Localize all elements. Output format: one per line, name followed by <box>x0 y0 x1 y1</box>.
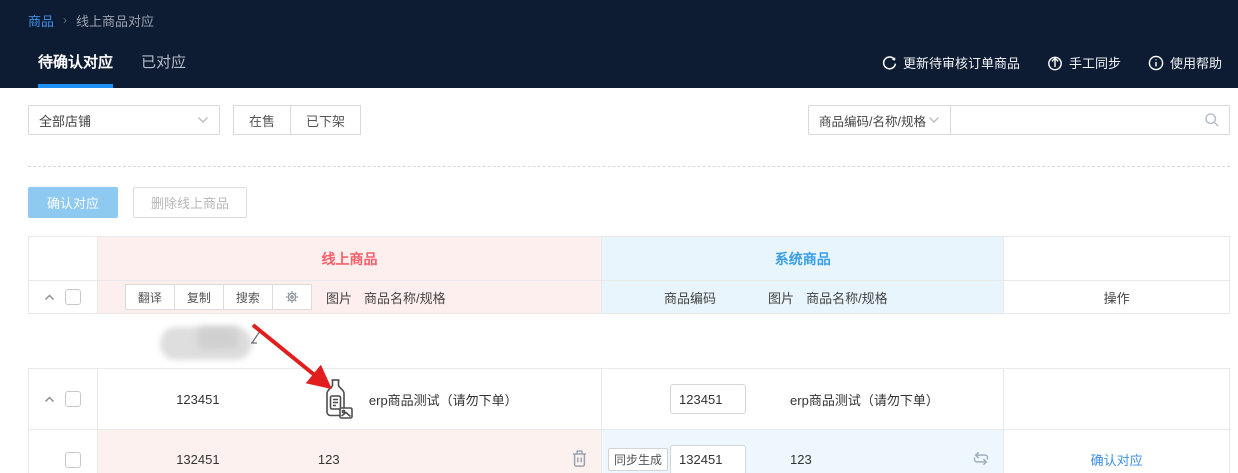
column-image-label: 图片 <box>768 288 794 307</box>
tab-matched[interactable]: 已对应 <box>141 51 186 88</box>
online-group-title: 线上商品 <box>98 249 601 269</box>
page: 商品 › 线上商品对应 待确认对应 已对应 更新待审核订单商品 <box>0 0 1238 473</box>
bottle-image-placeholder[interactable] <box>318 378 354 420</box>
search-input[interactable] <box>950 105 1230 135</box>
row-select-cell <box>29 369 98 429</box>
confirm-match-button[interactable]: 确认对应 <box>28 187 118 218</box>
op-column-header: 操作 <box>1004 281 1229 313</box>
delete-online-product-button[interactable]: 删除线上商品 <box>133 187 247 218</box>
online-product-cell: 132451 123 <box>98 430 602 473</box>
chevron-down-icon <box>928 116 940 124</box>
system-product-name: erp商品测试（请勿下单） <box>790 390 939 409</box>
action-label: 更新待审核订单商品 <box>903 53 1020 72</box>
search-field-select-value: 商品编码/名称/规格 <box>819 111 926 130</box>
tab-pending-match[interactable]: 待确认对应 <box>38 51 113 88</box>
shop-select[interactable]: 全部店铺 <box>28 105 220 135</box>
upload-sync-icon <box>1047 55 1063 71</box>
on-sale-button[interactable]: 在售 <box>233 105 291 135</box>
row-checkbox[interactable] <box>65 452 81 468</box>
system-product-cell: 同步生成 123 <box>602 430 1004 473</box>
redacted-shop-name <box>198 327 238 349</box>
filter-row: 全部店铺 在售 已下架 商品编码/名称/规格 <box>28 105 1230 135</box>
sync-generated-tag[interactable]: 同步生成 <box>608 448 668 471</box>
bulk-action-row: 确认对应 删除线上商品 <box>28 187 1238 218</box>
refresh-icon <box>882 55 897 70</box>
collapse-caret-icon[interactable] <box>44 294 55 301</box>
swap-match-button[interactable] <box>971 450 991 469</box>
dashed-divider <box>28 166 1230 167</box>
off-shelf-button[interactable]: 已下架 <box>290 105 361 135</box>
column-image-label: 图片 <box>326 288 352 307</box>
select-all-cell <box>29 281 98 313</box>
shop-name-fragment <box>250 330 262 345</box>
header-spacer-cell <box>1004 237 1229 280</box>
breadcrumb-current: 线上商品对应 <box>76 11 154 30</box>
online-product-name: 123 <box>318 452 340 467</box>
trash-icon <box>571 449 588 467</box>
select-all-checkbox[interactable] <box>65 289 81 305</box>
online-product-group-header: 线上商品 <box>98 237 602 280</box>
tab-bar: 待确认对应 已对应 更新待审核订单商品 手工同步 <box>28 31 1238 88</box>
topbar: 商品 › 线上商品对应 待确认对应 已对应 更新待审核订单商品 <box>0 0 1238 88</box>
collapse-caret-icon[interactable] <box>44 396 55 403</box>
system-columns-header: 商品编码 图片 商品名称/规格 <box>602 281 1004 313</box>
swap-arrows-icon <box>971 450 991 466</box>
online-product-name: erp商品测试（请勿下单） <box>369 390 518 409</box>
manual-sync-button[interactable]: 手工同步 <box>1047 53 1121 72</box>
system-product-group-header: 系统商品 <box>602 237 1004 280</box>
system-code-input[interactable] <box>670 384 746 414</box>
online-columns-header: 翻译 复制 搜索 图片 商品名称/规格 <box>98 281 602 313</box>
system-product-cell: erp商品测试（请勿下单） <box>602 369 1004 429</box>
update-pending-order-products-button[interactable]: 更新待审核订单商品 <box>882 53 1020 72</box>
search-icon[interactable] <box>1204 112 1220 128</box>
action-label: 使用帮助 <box>1170 53 1222 72</box>
online-product-code: 123451 <box>98 392 298 407</box>
column-name-label: 商品名称/规格 <box>364 288 446 307</box>
search-filter-group: 商品编码/名称/规格 <box>808 105 1230 135</box>
header-spacer-cell <box>29 237 98 280</box>
system-group-title: 系统商品 <box>602 249 1003 269</box>
operation-cell <box>1004 369 1229 429</box>
shop-group-row <box>28 314 1230 368</box>
product-match-table: 线上商品 系统商品 翻译 复制 <box>28 236 1230 473</box>
confirm-match-link[interactable]: 确认对应 <box>1091 450 1143 469</box>
chevron-down-icon <box>197 116 209 124</box>
table-header: 线上商品 系统商品 翻译 复制 <box>28 236 1230 314</box>
info-icon <box>1148 55 1164 71</box>
column-op-label: 操作 <box>1004 288 1229 307</box>
breadcrumb-separator-icon: › <box>63 13 67 27</box>
shop-select-value: 全部店铺 <box>39 111 91 130</box>
table-body: 123451 erp商品测试（请勿下单） <box>28 368 1230 473</box>
table-row: 123451 erp商品测试（请勿下单） <box>29 369 1229 429</box>
system-product-name: 123 <box>790 452 812 467</box>
column-name-label: 商品名称/规格 <box>806 288 888 307</box>
column-code-label: 商品编码 <box>652 288 728 307</box>
table-row: 132451 123 <box>29 429 1229 473</box>
gear-button[interactable] <box>272 284 312 310</box>
search-box <box>950 105 1230 135</box>
row-select-cell <box>29 430 98 473</box>
status-button-group: 在售 已下架 <box>233 105 361 135</box>
breadcrumb: 商品 › 线上商品对应 <box>28 9 1238 31</box>
online-product-cell: 123451 erp商品测试（请勿下单） <box>98 369 602 429</box>
topbar-actions: 更新待审核订单商品 手工同步 使用帮助 <box>882 53 1238 88</box>
search-field-select[interactable]: 商品编码/名称/规格 <box>808 105 950 135</box>
gear-icon <box>285 290 299 304</box>
copy-button[interactable]: 复制 <box>174 284 224 310</box>
search-button[interactable]: 搜索 <box>223 284 273 310</box>
breadcrumb-link-products[interactable]: 商品 <box>28 11 54 30</box>
help-button[interactable]: 使用帮助 <box>1148 53 1222 72</box>
online-toolbar: 翻译 复制 搜索 <box>125 284 312 310</box>
translate-button[interactable]: 翻译 <box>125 284 175 310</box>
action-label: 手工同步 <box>1069 53 1121 72</box>
operation-cell: 确认对应 <box>1004 430 1229 473</box>
row-checkbox[interactable] <box>65 391 81 407</box>
delete-row-button[interactable] <box>571 449 588 470</box>
online-product-code: 132451 <box>98 452 298 467</box>
system-code-input[interactable] <box>670 445 746 473</box>
